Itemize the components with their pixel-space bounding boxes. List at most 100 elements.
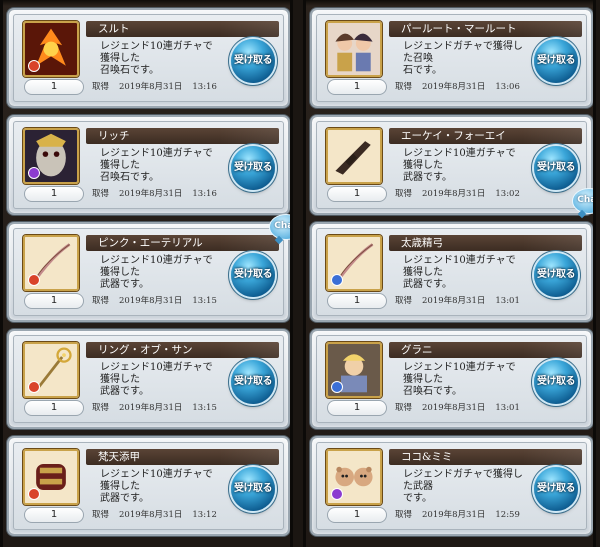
obtained-date: 2019年8月31日 [119,82,183,92]
obtained-timestamp: 取得 2019年8月31日 13:16 [92,81,227,93]
claim-button[interactable]: 受け取る [534,253,578,297]
quantity-badge: 1 [327,293,387,309]
obtained-time: 13:16 [192,82,217,92]
item-name: リッチ [86,128,279,144]
obtained-label: 取得 [395,189,413,199]
obtained-time: 13:02 [495,189,520,199]
gift-card-inner: 太歳精弓 レジェンド10連ガチャで獲得した 武器です。 受け取る 1 取得 201… [316,228,587,316]
gift-card-inner: ココ&ミミ レジェンドガチャで獲得した武器 です。 受け取る 1 取得 2019年… [316,442,587,530]
claim-button[interactable]: 受け取る [231,467,275,511]
item-description: レジェンドガチャで獲得した召喚 石です。 [403,41,523,77]
claim-button[interactable]: 受け取る [231,39,275,83]
obtained-label: 取得 [92,403,110,413]
obtained-time: 13:12 [192,510,217,520]
quantity-badge: 1 [24,293,84,309]
item-thumbnail [23,449,79,505]
item-thumbnail [326,128,382,184]
gift-card: ピンク・エーテリアル レジェンド10連ガチャで獲得した 武器です。 受け取る 1… [9,224,288,320]
description-line-1: レジェンド10連ガチャで獲得した [100,41,213,64]
quantity-badge: 1 [24,186,84,202]
gift-card: パールート・マールート レジェンドガチャで獲得した召喚 石です。 受け取る 1 … [312,10,591,106]
gift-card-inner: スルト レジェンド10連ガチャで獲得した 召喚石です。 受け取る 1 取得 201… [13,14,284,102]
description-line-2: 召喚石です。 [100,172,159,183]
twins-summon-icon [328,23,380,75]
description-line-1: レジェンド10連ガチャで獲得した [100,469,213,492]
obtained-date: 2019年8月31日 [422,510,486,520]
claim-button[interactable]: 受け取る [534,146,578,190]
obtained-label: 取得 [395,82,413,92]
gift-card: 太歳精弓 レジェンド10連ガチャで獲得した 武器です。 受け取る 1 取得 201… [312,224,591,320]
claim-button[interactable]: 受け取る [534,39,578,83]
item-description: レジェンド10連ガチャで獲得した 武器です。 [100,255,220,291]
description-line-2: 石です。 [403,65,442,76]
item-name: グラニ [389,342,582,358]
element-badge-icon [28,167,40,179]
description-line-1: レジェンド10連ガチャで獲得した [100,362,213,385]
item-description: レジェンド10連ガチャで獲得した 召喚石です。 [100,148,220,184]
element-badge-icon [28,488,40,500]
obtained-date: 2019年8月31日 [119,510,183,520]
obtained-time: 13:16 [192,189,217,199]
description-line-1: レジェンドガチャで獲得した武器 [403,469,523,492]
gift-card-inner: エーケイ・フォーエイ レジェンド10連ガチャで獲得した 武器です。 受け取る 1… [316,121,587,209]
obtained-timestamp: 取得 2019年8月31日 13:12 [92,509,227,521]
obtained-time: 13:06 [495,82,520,92]
gift-card: リッチ レジェンド10連ガチャで獲得した 召喚石です。 受け取る 1 取得 201… [9,117,288,213]
obtained-date: 2019年8月31日 [119,296,183,306]
item-thumbnail [326,235,382,291]
quantity-badge: 1 [327,79,387,95]
item-name: 梵天添甲 [86,449,279,465]
claim-button[interactable]: 受け取る [231,253,275,297]
left-gift-column: スルト レジェンド10連ガチャで獲得した 召喚石です。 受け取る 1 取得 201… [0,0,293,547]
item-name: 太歳精弓 [389,235,582,251]
claim-button[interactable]: 受け取る [534,360,578,404]
item-description: レジェンド10連ガチャで獲得した 武器です。 [403,148,523,184]
element-badge-icon [331,381,343,393]
gift-card: ココ&ミミ レジェンドガチャで獲得した武器 です。 受け取る 1 取得 2019年… [312,438,591,534]
obtained-time: 13:01 [495,296,520,306]
quantity-badge: 1 [24,507,84,523]
obtained-timestamp: 取得 2019年8月31日 13:02 [395,188,530,200]
obtained-time: 13:01 [495,403,520,413]
gift-card: グラニ レジェンド10連ガチャで獲得した 召喚石です。 受け取る 1 取得 201… [312,331,591,427]
obtained-timestamp: 取得 2019年8月31日 13:01 [395,295,530,307]
element-badge-icon [28,60,40,72]
obtained-date: 2019年8月31日 [422,403,486,413]
gift-card: リング・オブ・サン レジェンド10連ガチャで獲得した 武器です。 受け取る 1 … [9,331,288,427]
obtained-label: 取得 [92,189,110,199]
obtained-label: 取得 [395,296,413,306]
gift-card-inner: グラニ レジェンド10連ガチャで獲得した 召喚石です。 受け取る 1 取得 201… [316,335,587,423]
element-badge-icon [28,274,40,286]
quantity-badge: 1 [24,400,84,416]
claim-button[interactable]: 受け取る [534,467,578,511]
obtained-time: 13:15 [192,403,217,413]
claim-button[interactable]: 受け取る [231,360,275,404]
item-name: スルト [86,21,279,37]
element-badge-icon [28,381,40,393]
item-description: レジェンド10連ガチャで獲得した 武器です。 [100,469,220,505]
description-line-2: 武器です。 [100,279,149,290]
obtained-label: 取得 [92,510,110,520]
claim-button[interactable]: 受け取る [231,146,275,190]
description-line-2: 召喚石です。 [403,386,462,397]
item-name: パールート・マールート [389,21,582,37]
item-thumbnail [326,449,382,505]
obtained-time: 13:15 [192,296,217,306]
obtained-timestamp: 取得 2019年8月31日 13:16 [92,188,227,200]
item-thumbnail [23,342,79,398]
element-badge-icon [331,274,343,286]
item-description: レジェンドガチャで獲得した武器 です。 [403,469,523,505]
quantity-badge: 1 [24,79,84,95]
obtained-timestamp: 取得 2019年8月31日 13:15 [92,402,227,414]
item-description: レジェンド10連ガチャで獲得した 武器です。 [100,362,220,398]
item-description: レジェンド10連ガチャで獲得した 召喚石です。 [403,362,523,398]
item-thumbnail [326,342,382,398]
description-line-2: 武器です。 [403,279,452,290]
element-badge-icon [331,488,343,500]
obtained-date: 2019年8月31日 [422,189,486,199]
item-name: ココ&ミミ [389,449,582,465]
description-line-2: 武器です。 [403,172,452,183]
gift-card-inner: ピンク・エーテリアル レジェンド10連ガチャで獲得した 武器です。 受け取る 1… [13,228,284,316]
obtained-timestamp: 取得 2019年8月31日 13:01 [395,402,530,414]
gift-card-inner: リング・オブ・サン レジェンド10連ガチャで獲得した 武器です。 受け取る 1 … [13,335,284,423]
